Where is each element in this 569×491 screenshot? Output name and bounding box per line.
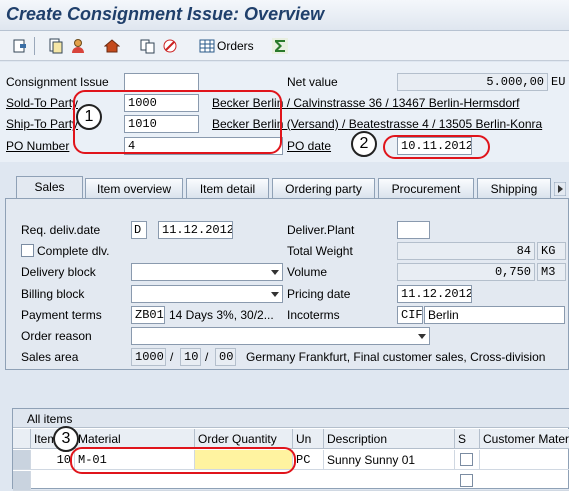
cell-item[interactable]: 10 [31, 450, 75, 470]
tab-shipping[interactable]: Shipping [477, 178, 551, 199]
distribution-channel-field: 10 [180, 348, 201, 366]
delete-document-icon[interactable] [162, 38, 178, 54]
volume-unit-field: M3 [537, 263, 566, 281]
sales-area-separator: / [170, 350, 174, 364]
volume-label: Volume [287, 265, 328, 279]
sales-area-separator: / [205, 350, 209, 364]
tab-ordering-party[interactable]: Ordering party [272, 178, 375, 199]
delivery-block-dropdown[interactable] [131, 263, 283, 281]
tab-item-overview[interactable]: Item overview [85, 178, 183, 199]
net-value-label: Net value [287, 75, 338, 89]
annotation-badge-2: 2 [351, 131, 377, 157]
item-checkbox[interactable] [460, 474, 473, 487]
column-header-unit[interactable]: Un [293, 429, 324, 449]
empty-table-row[interactable] [31, 471, 569, 491]
sales-area-description: Germany Frankfurt, Final customer sales,… [246, 350, 546, 364]
item-checkbox[interactable] [460, 453, 473, 466]
req-deliv-date-label: Req. deliv.date [21, 223, 101, 237]
incoterms-field[interactable]: CIF [397, 306, 423, 324]
payment-terms-description: 14 Days 3%, 30/2... [169, 308, 274, 322]
orders-grid-icon[interactable] [199, 38, 215, 54]
annotation-badge-1: 1 [76, 104, 102, 130]
copy-document-icon[interactable] [140, 38, 156, 54]
sales-org-field: 1000 [131, 348, 166, 366]
annotation-outline-item-row [70, 447, 296, 474]
payment-terms-label: Payment terms [21, 308, 102, 322]
column-header-order-quantity[interactable]: Order Quantity [195, 429, 293, 449]
deliver-plant-field[interactable] [397, 221, 430, 239]
row-selector[interactable] [13, 471, 31, 491]
currency-label: EU [551, 75, 566, 89]
consignment-issue-field[interactable] [124, 73, 199, 91]
billing-block-dropdown[interactable] [131, 285, 283, 303]
incoterms-label: Incoterms [287, 308, 340, 322]
tab-strip: Sales Item overview Item detail Ordering… [0, 176, 569, 200]
po-number-label[interactable]: PO Number [6, 139, 69, 153]
all-items-title: All items [27, 412, 73, 426]
req-deliv-date-type-field[interactable]: D [131, 221, 147, 239]
complete-delivery-label: Complete dlv. [37, 244, 110, 258]
row-selector[interactable] [13, 450, 31, 470]
payment-terms-field[interactable]: ZB01 [131, 306, 165, 324]
column-header-description[interactable]: Description [324, 429, 455, 449]
cell-s[interactable] [455, 450, 480, 470]
total-weight-unit-field: KG [537, 242, 566, 260]
ship-to-party-label[interactable]: Ship-To Party [6, 117, 78, 131]
billing-block-label: Billing block [21, 287, 85, 301]
application-toolbar: Orders [0, 31, 569, 61]
order-reason-dropdown[interactable] [131, 327, 430, 345]
header-document-icon[interactable] [48, 38, 64, 54]
tab-scroll-icon[interactable] [554, 182, 566, 196]
annotation-outline-partners [73, 90, 282, 154]
column-header-s[interactable]: S [455, 429, 480, 449]
consignment-issue-label: Consignment Issue [6, 75, 109, 89]
annotation-badge-3: 3 [53, 426, 79, 452]
total-weight-label: Total Weight [287, 244, 353, 258]
toolbar-separator [34, 37, 35, 55]
window-title: Create Consignment Issue: Overview [6, 4, 325, 24]
cell-customer-material[interactable] [480, 450, 569, 470]
display-document-icon[interactable] [12, 38, 28, 54]
home-icon[interactable] [104, 38, 120, 54]
all-items-title-bar: All items [13, 409, 569, 428]
complete-delivery-checkbox[interactable] [21, 244, 34, 257]
row-selector-header[interactable] [13, 429, 31, 449]
sold-to-party-label[interactable]: Sold-To Party [6, 96, 78, 110]
annotation-outline-po-date [383, 135, 490, 159]
req-deliv-date-field[interactable]: 11.12.2012 [158, 221, 233, 239]
sum-icon[interactable] [272, 38, 288, 54]
column-header-material[interactable]: Material [75, 429, 195, 449]
deliver-plant-label: Deliver.Plant [287, 223, 355, 237]
tab-procurement[interactable]: Procurement [378, 178, 474, 199]
pricing-date-label: Pricing date [287, 287, 351, 301]
partner-person-icon[interactable] [70, 38, 86, 54]
delivery-block-label: Delivery block [21, 265, 96, 279]
po-date-label[interactable]: PO date [287, 139, 331, 153]
pricing-date-field[interactable]: 11.12.2012 [397, 285, 472, 303]
cell-description[interactable]: Sunny Sunny 01 [324, 450, 455, 470]
tab-item-detail[interactable]: Item detail [186, 178, 269, 199]
sales-area-label: Sales area [21, 350, 79, 364]
cell-unit[interactable]: PC [293, 450, 324, 470]
volume-field: 0,750 [397, 263, 535, 281]
total-weight-field: 84 [397, 242, 535, 260]
column-header-customer-material[interactable]: Customer Mater [480, 429, 569, 449]
orders-button[interactable]: Orders [217, 39, 254, 53]
tab-sales[interactable]: Sales [16, 176, 83, 200]
order-reason-label: Order reason [21, 329, 92, 343]
incoterms-place-field[interactable]: Berlin [424, 306, 565, 324]
division-field: 00 [215, 348, 236, 366]
title-bar: Create Consignment Issue: Overview [0, 0, 569, 31]
net-value-field: 5.000,00 [397, 73, 548, 91]
